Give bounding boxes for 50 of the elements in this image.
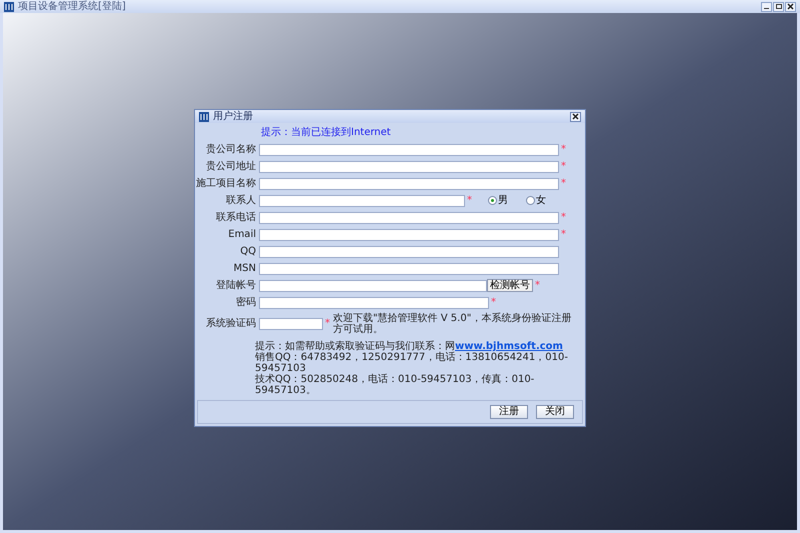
- field-label: MSN: [232, 264, 257, 274]
- input-field[interactable]: [259, 144, 559, 156]
- check-account-button[interactable]: 检测帐号: [487, 279, 533, 292]
- minimize-button[interactable]: [761, 2, 772, 12]
- input-field[interactable]: [259, 280, 487, 292]
- website-link[interactable]: www.bjhmsoft.com: [455, 341, 563, 352]
- radio-option[interactable]: 男: [488, 196, 508, 206]
- field-label: 系统验证码: [205, 319, 257, 329]
- field-label: 贵公司名称: [205, 144, 257, 154]
- field-label: 联系电话: [215, 212, 257, 222]
- connection-hint: 提示：当前已连接到Internet: [261, 126, 391, 138]
- field-label: 联系人: [225, 196, 257, 206]
- input-field[interactable]: [259, 212, 559, 224]
- close-button[interactable]: [785, 2, 796, 12]
- maximize-button[interactable]: [773, 2, 784, 12]
- required-mark: *: [561, 230, 566, 240]
- required-mark: *: [561, 212, 566, 222]
- close-button[interactable]: [570, 112, 581, 122]
- required-mark: *: [535, 280, 540, 290]
- field-label: QQ: [239, 246, 257, 256]
- required-mark: *: [491, 298, 496, 308]
- input-field[interactable]: [259, 178, 559, 190]
- app-logo-icon: [199, 112, 209, 122]
- dialog-title: 用户注册: [213, 112, 253, 122]
- field-label: 密码: [235, 298, 257, 308]
- input-field[interactable]: [259, 318, 323, 330]
- field-label: Email: [227, 230, 257, 240]
- input-field[interactable]: [259, 246, 559, 258]
- input-field[interactable]: [259, 194, 465, 206]
- window-title: 项目设备管理系统[登陆]: [18, 2, 126, 12]
- input-field[interactable]: [259, 296, 489, 308]
- register-button[interactable]: 注册: [490, 405, 528, 419]
- radio-option[interactable]: 女: [526, 196, 546, 206]
- field-label: 登陆帐号: [215, 280, 257, 290]
- input-field[interactable]: [259, 228, 559, 240]
- contact-text: 技术QQ：502850248，电话：010-59457103，传真：010-59457103。: [255, 374, 536, 396]
- required-mark: *: [561, 144, 566, 154]
- required-mark: *: [561, 178, 566, 188]
- input-field[interactable]: [259, 262, 559, 274]
- close-dialog-button[interactable]: 关闭: [536, 405, 574, 419]
- required-mark: *: [561, 162, 566, 172]
- field-label: 施工项目名称: [195, 178, 257, 188]
- contact-text: 提示：如需帮助或索取验证码与我们联系：网: [255, 341, 455, 352]
- required-mark: *: [467, 196, 472, 206]
- contact-text: 销售QQ：64783492，1250291777，电话：13810654241，010-59457103: [255, 352, 569, 374]
- app-logo-icon: [4, 2, 14, 12]
- required-mark: *: [325, 319, 330, 329]
- field-label: 贵公司地址: [205, 162, 257, 172]
- welcome-note: 欢迎下载"慧拾管理软件 V 5.0"，本系统身份验证注册方可试用。: [333, 313, 572, 335]
- input-field[interactable]: [259, 160, 559, 172]
